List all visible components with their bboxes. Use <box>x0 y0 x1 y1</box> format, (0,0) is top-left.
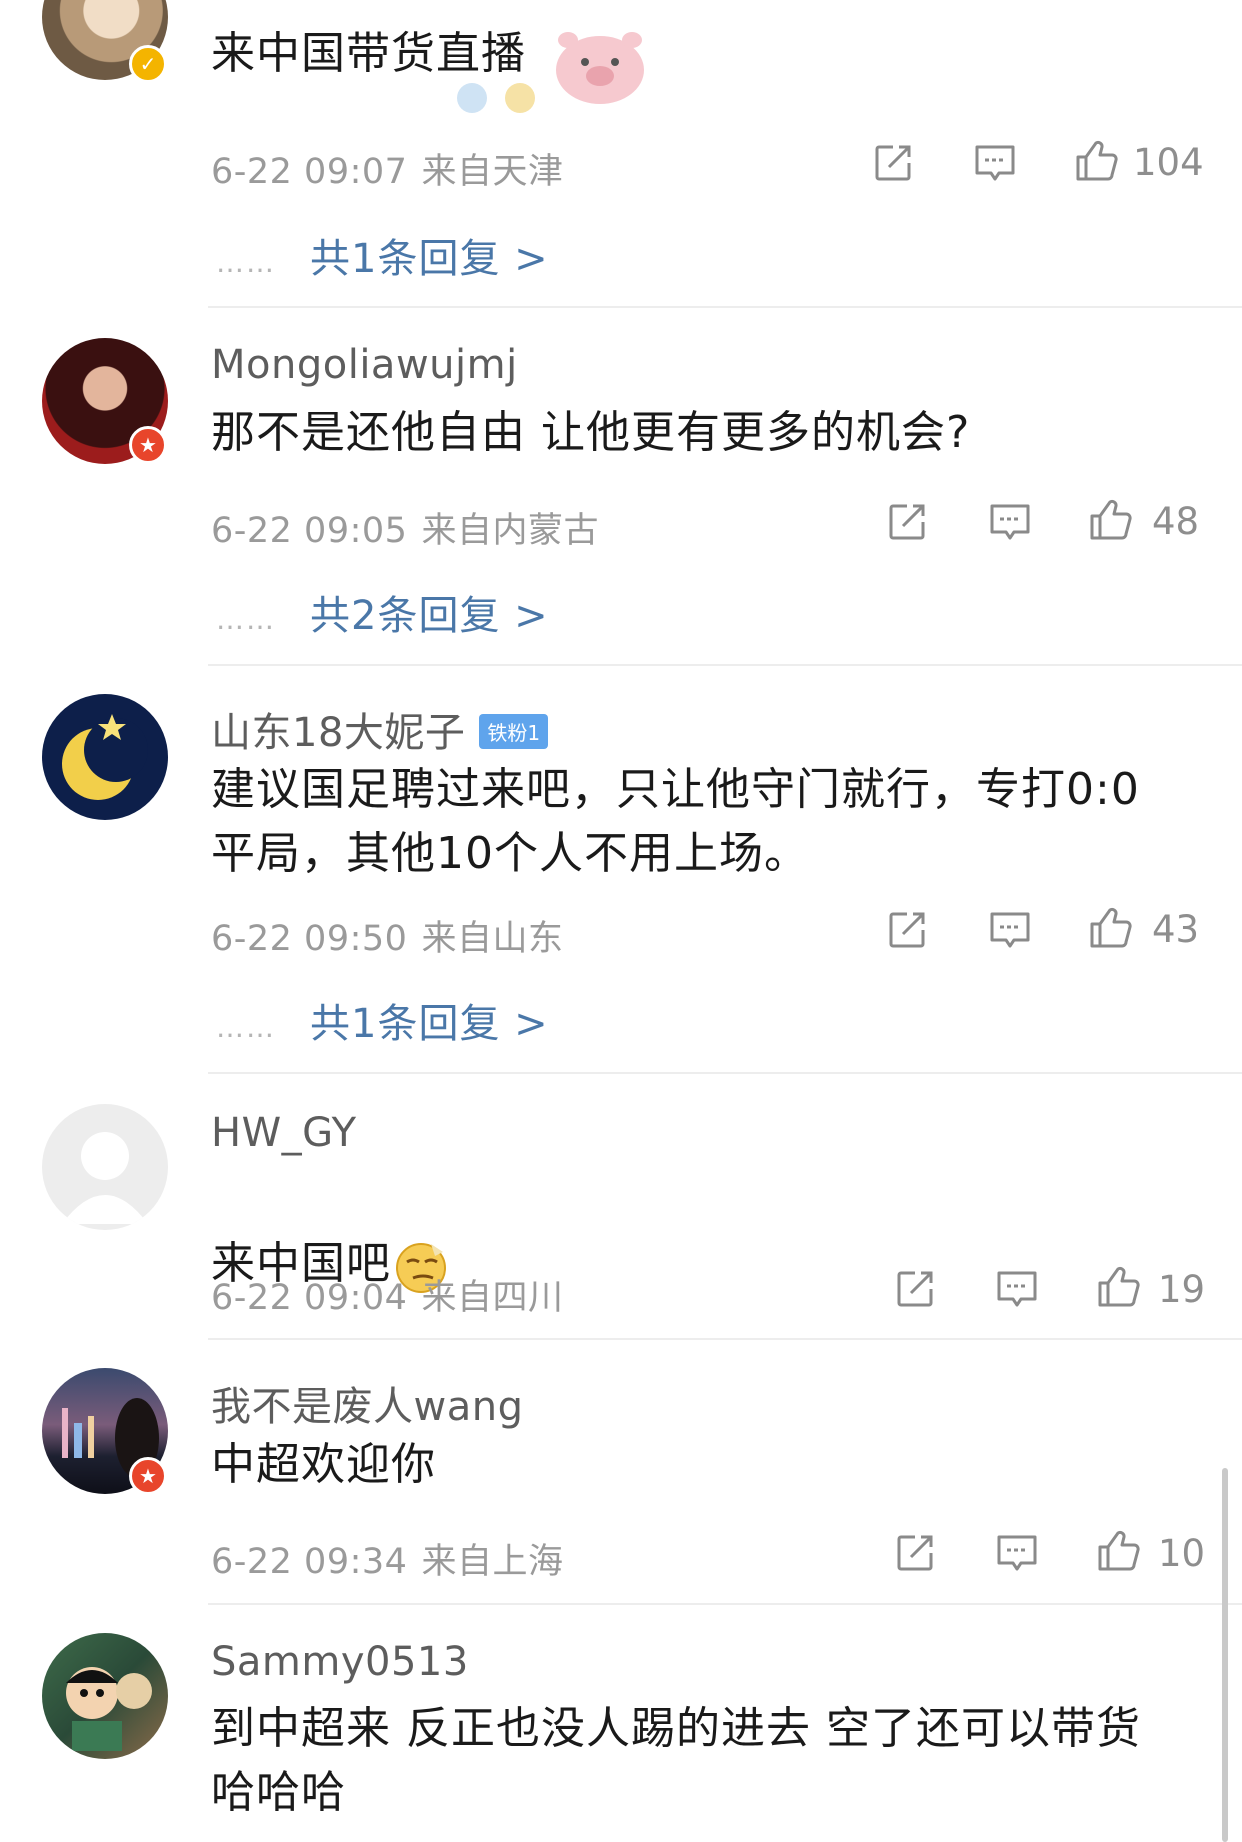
reply-dots: …… <box>216 246 276 279</box>
comment-date: 6-22 09:50 <box>211 919 408 959</box>
comment-text: 那不是还他自由 让他更有更多的机会? <box>211 407 971 458</box>
username-text: 山东18大妮子 <box>211 710 466 756</box>
avatar[interactable] <box>42 1104 168 1230</box>
divider <box>208 1338 1242 1340</box>
thumbs-up-icon[interactable] <box>1096 1265 1140 1309</box>
repost-icon[interactable] <box>893 1531 937 1575</box>
reply-dots: …… <box>216 1011 276 1044</box>
comment-date: 6-22 09:05 <box>211 511 408 551</box>
repost-icon[interactable] <box>885 908 929 952</box>
view-replies-link[interactable]: …… 共1条回复 > <box>216 226 549 284</box>
reply-count-label: 共2条回复 > <box>310 593 549 639</box>
thumbs-up-icon[interactable] <box>1096 1529 1140 1573</box>
comment-location: 来自四川 <box>421 1278 564 1318</box>
comment-location: 来自上海 <box>421 1542 564 1582</box>
avatar[interactable] <box>42 1633 168 1759</box>
decoration-icon <box>457 83 535 113</box>
comment-location: 来自山东 <box>421 919 564 959</box>
thumbs-up-icon[interactable] <box>1088 906 1132 950</box>
comment-icon[interactable] <box>995 1531 1039 1575</box>
view-replies-link[interactable]: …… 共2条回复 > <box>216 583 549 641</box>
comment-feed: ✓ 来中国带货直播 6-22 09:07 来自天津 104 …… 共1条回复 >… <box>0 0 1242 1842</box>
view-replies-link[interactable]: …… 共1条回复 > <box>216 991 549 1049</box>
comment-location: 来自天津 <box>421 152 564 192</box>
comment-icon[interactable] <box>995 1267 1039 1311</box>
comment-meta: 6-22 09:50 来自山东 <box>211 910 563 961</box>
comment-icon[interactable] <box>988 500 1032 544</box>
avatar[interactable] <box>42 694 168 820</box>
like-count: 10 <box>1158 1532 1206 1575</box>
like-count: 104 <box>1133 141 1204 184</box>
moon-star-icon <box>62 714 148 800</box>
like-count: 48 <box>1152 500 1200 543</box>
comment-meta: 6-22 09:05 来自内蒙古 <box>211 502 599 553</box>
username[interactable]: 我不是废人wang <box>211 1374 523 1432</box>
member-badge-icon: ★ <box>129 1457 167 1495</box>
comment-location: 来自内蒙古 <box>421 511 599 551</box>
cartoon-character-icon <box>66 1667 152 1751</box>
comment-meta: 6-22 09:04 来自四川 <box>211 1269 563 1320</box>
comment-date: 6-22 09:04 <box>211 1278 408 1318</box>
reply-dots: …… <box>216 603 276 636</box>
comment-text: 到中超来 反正也没人踢的进去 空了还可以带货 哈哈哈 <box>211 1703 1141 1818</box>
divider <box>208 1603 1242 1605</box>
repost-icon[interactable] <box>893 1267 937 1311</box>
repost-icon[interactable] <box>885 500 929 544</box>
thumbs-up-icon[interactable] <box>1088 498 1132 542</box>
fan-badge: 铁粉1 <box>479 713 549 749</box>
divider <box>208 306 1242 308</box>
comment-meta: 6-22 09:07 来自天津 <box>211 143 563 194</box>
comment-icon[interactable] <box>973 141 1017 185</box>
like-count: 43 <box>1152 908 1200 951</box>
comment-date: 6-22 09:34 <box>211 1542 408 1582</box>
verified-badge-icon: ✓ <box>129 45 167 83</box>
comment-icon[interactable] <box>988 908 1032 952</box>
default-avatar-icon <box>62 1132 148 1224</box>
comment-meta: 6-22 09:34 来自上海 <box>211 1533 563 1584</box>
divider <box>208 664 1242 666</box>
thumbs-up-icon[interactable] <box>1074 139 1118 183</box>
comment-date: 6-22 09:07 <box>211 152 408 192</box>
username[interactable]: Sammy0513 <box>211 1639 469 1685</box>
comment-text: 来中国带货直播 <box>211 28 526 79</box>
comment-text: 建议国足聘过来吧，只让他守门就行，专打0:0 平局，其他10个人不用上场。 <box>211 764 1140 879</box>
scrollbar[interactable] <box>1222 1468 1228 1842</box>
username[interactable]: HW_GY <box>211 1110 357 1156</box>
like-count: 19 <box>1158 1268 1206 1311</box>
repost-icon[interactable] <box>871 141 915 185</box>
reply-count-label: 共1条回复 > <box>310 1001 549 1047</box>
divider <box>208 1072 1242 1074</box>
username[interactable]: Mongoliawujmj <box>211 342 518 388</box>
member-badge-icon: ★ <box>129 426 167 464</box>
reply-count-label: 共1条回复 > <box>310 236 549 282</box>
username[interactable]: 山东18大妮子 铁粉1 <box>211 700 549 758</box>
comment-text: 中超欢迎你 <box>211 1439 436 1490</box>
